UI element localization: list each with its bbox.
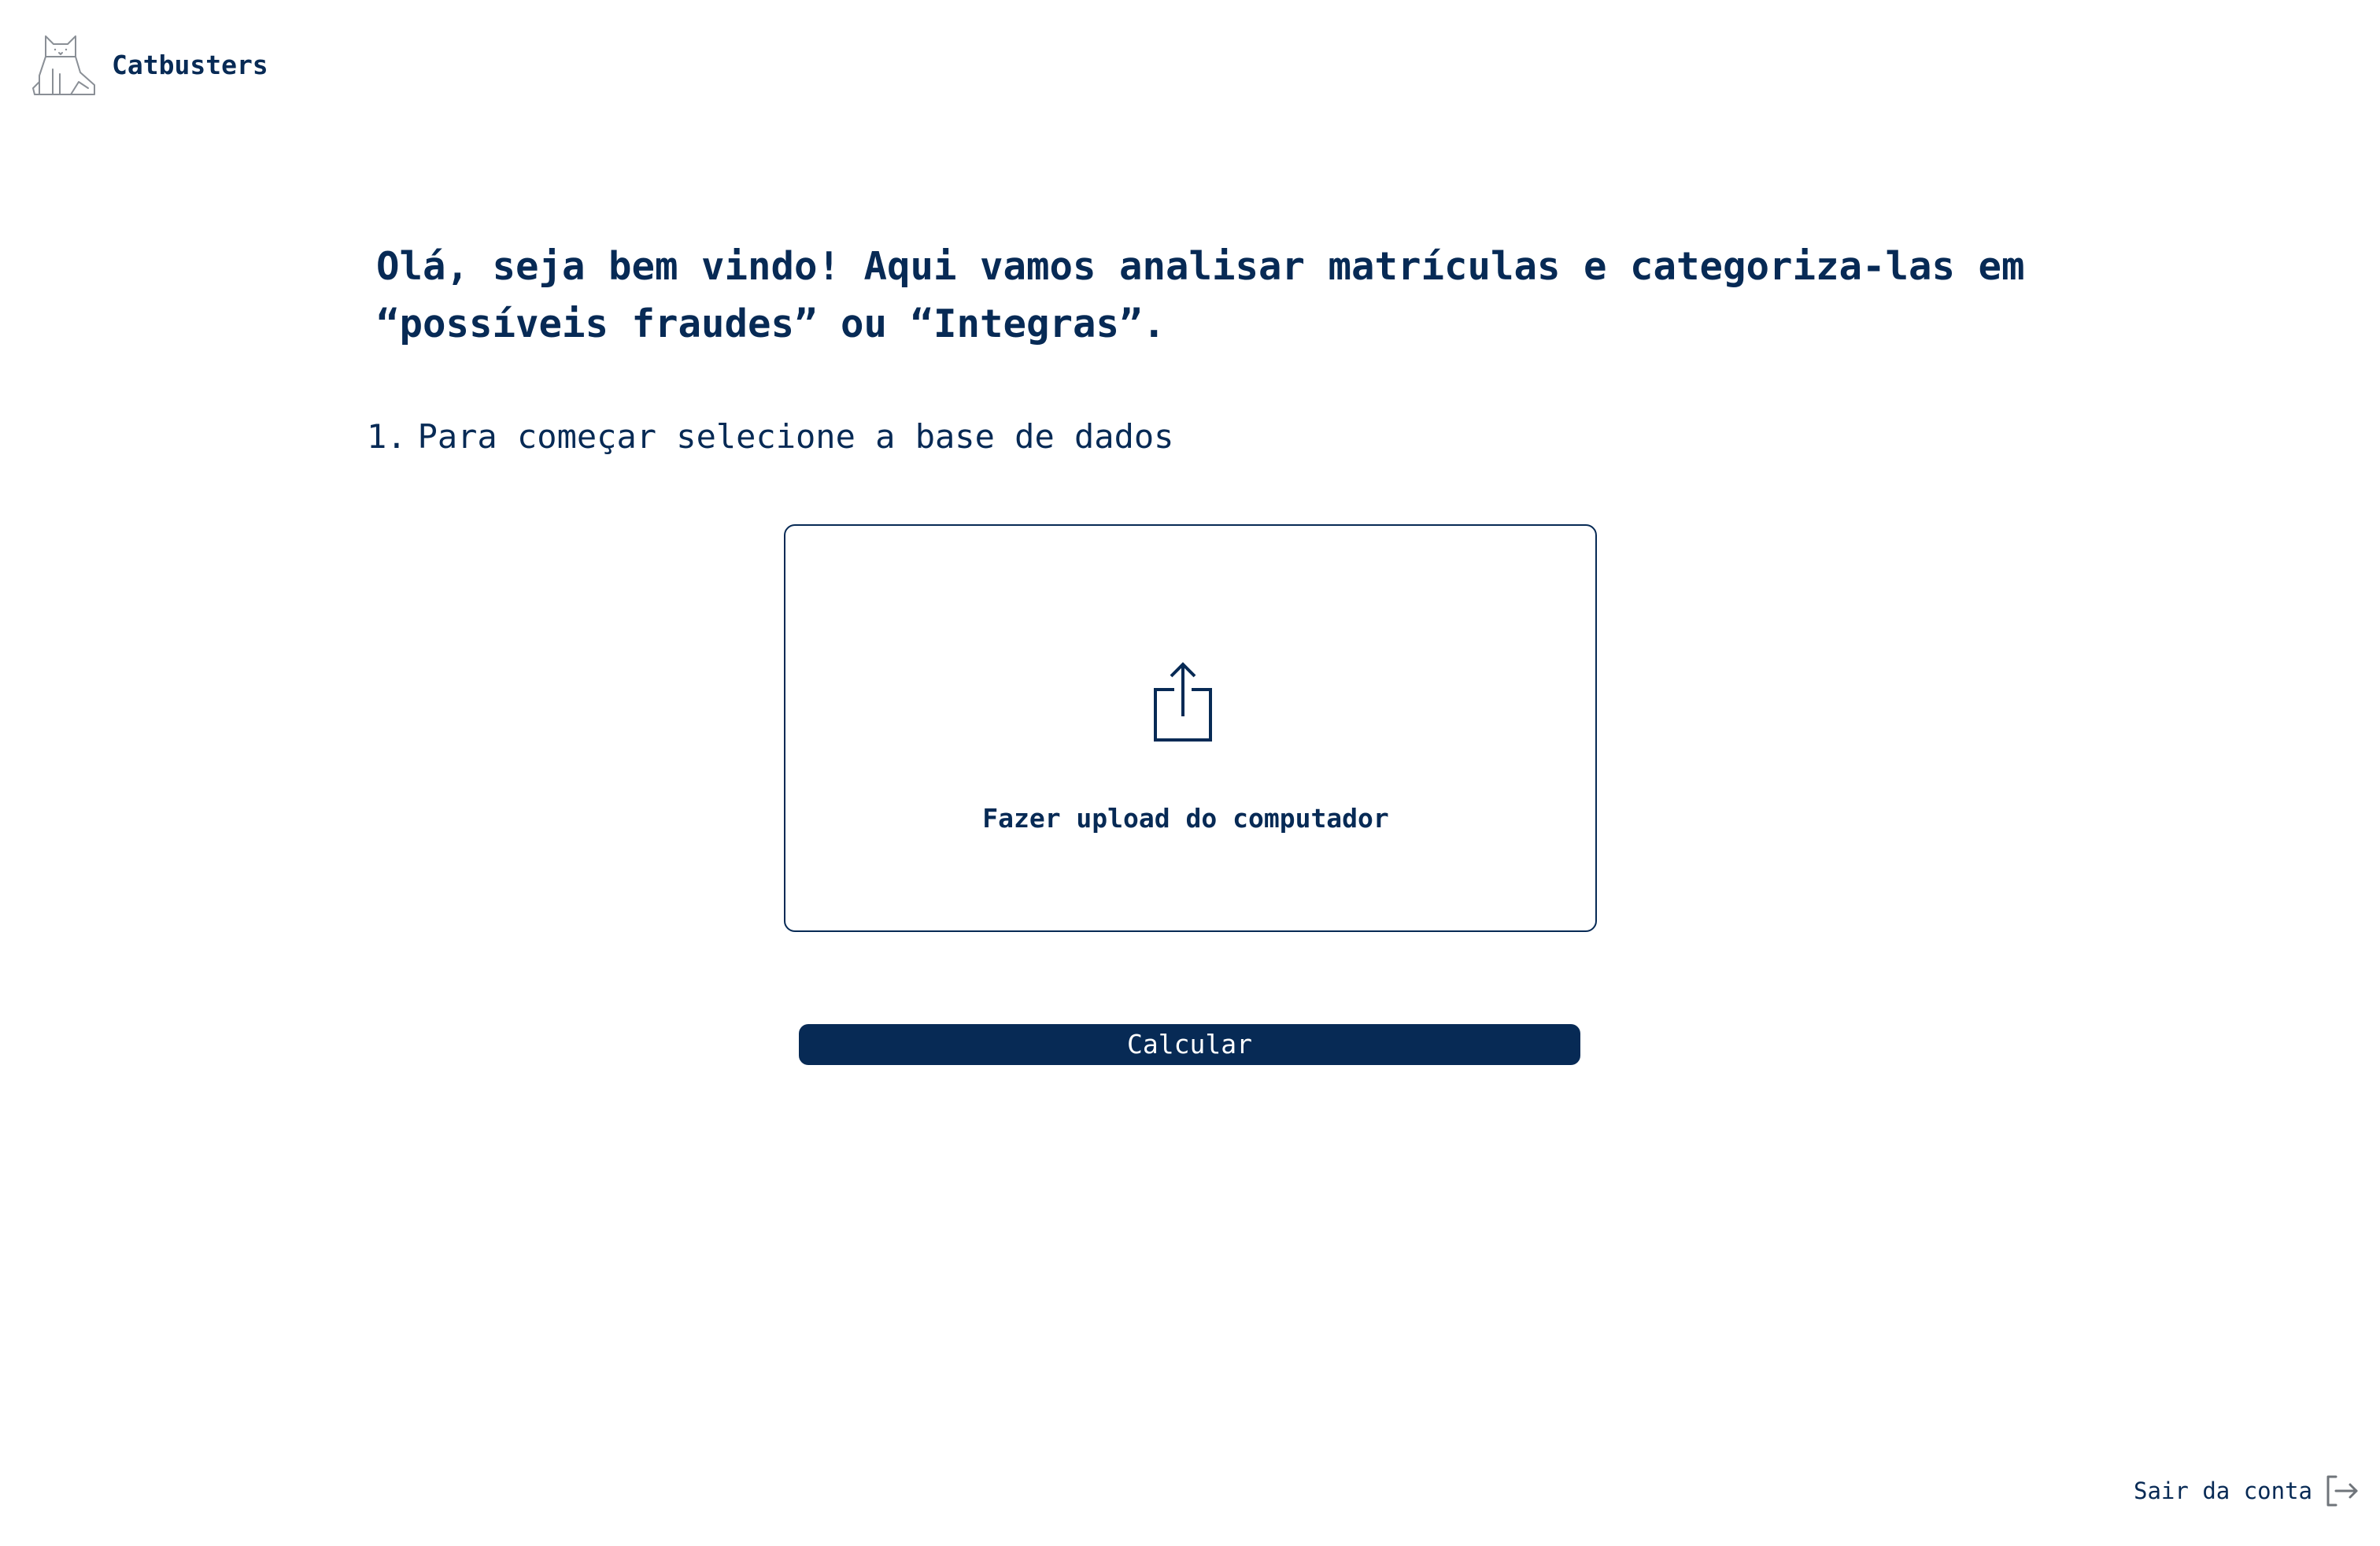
cat-icon [32,35,95,95]
brand: Catbusters [31,30,268,99]
upload-label: Fazer upload do computador [982,803,1389,834]
step-text: Para começar selecione a base de dados [417,417,1174,456]
upload-dropzone[interactable]: Fazer upload do computador [784,524,1597,932]
step-number: 1. [367,417,407,456]
brand-name: Catbusters [112,49,268,80]
welcome-heading: Olá, seja bem vindo! Aqui vamos analisar… [376,244,2025,346]
upload-icon [1154,662,1212,742]
logout-icon [2326,1475,2358,1507]
logout-button[interactable]: Sair da conta [2134,1474,2360,1508]
logout-label: Sair da conta [2134,1478,2312,1504]
calculate-button[interactable]: Calcular [799,1024,1580,1065]
step-instruction: 1. Para começar selecione a base de dado… [367,417,1173,456]
